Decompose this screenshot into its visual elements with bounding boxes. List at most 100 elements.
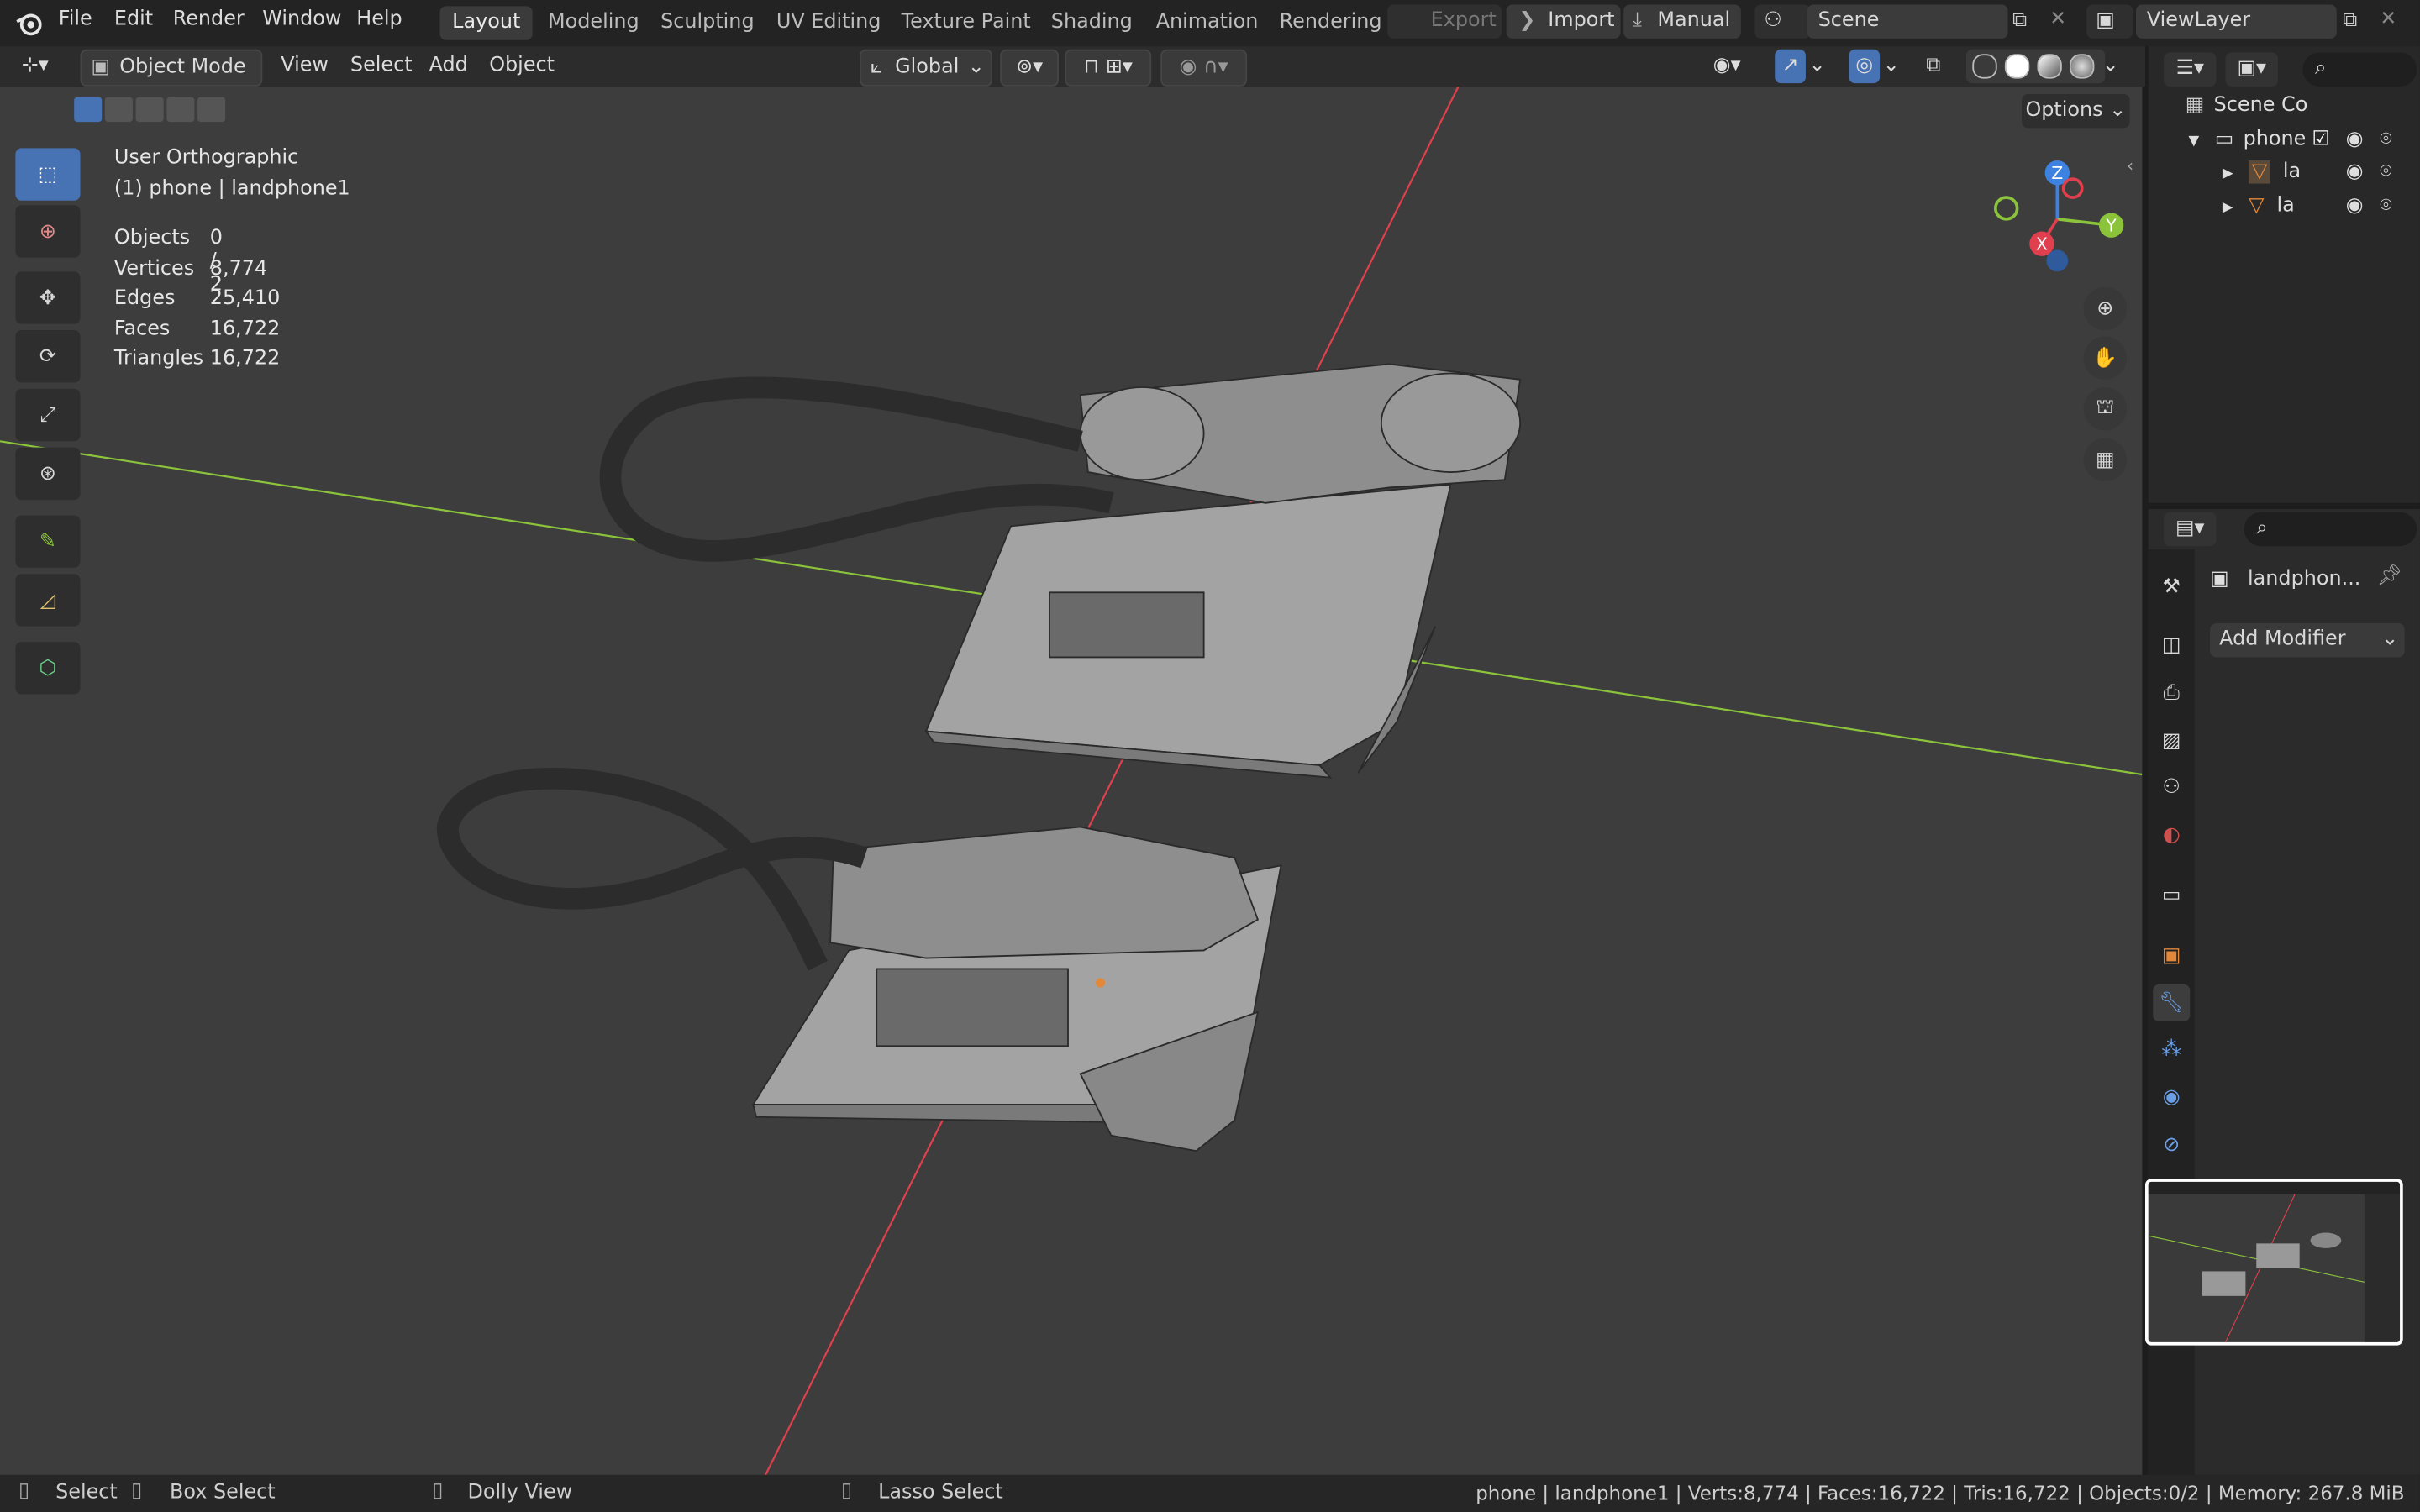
header-menu-add[interactable]: Add [429,50,468,83]
camera-render-icon[interactable]: ⌾ [2380,125,2391,156]
outliner-editor-type-button[interactable]: ☰▾ [2164,52,2217,87]
menu-edit[interactable]: Edit [114,8,153,31]
menu-file[interactable]: File [59,8,92,31]
camera-icon[interactable]: ⛫ [2083,387,2127,431]
viewlayer-name-field[interactable]: ViewLayer [2135,4,2337,39]
select-intersect-icon[interactable] [197,97,226,123]
solid-shading-icon[interactable] [2004,54,2030,79]
manual-button[interactable]: ⤓ Manual [1623,4,1741,39]
add-cube-tool[interactable]: ⬡ [15,642,81,695]
camera-render-icon[interactable]: ⌾ [2380,157,2391,188]
eye-icon[interactable]: ◉ [2346,125,2364,156]
gizmo-toggle[interactable]: ↗ [1775,49,1806,84]
particles-tab[interactable]: ⁂ [2153,1031,2190,1068]
scene-name-field[interactable]: Scene [1807,4,2008,39]
rendered-shading-icon[interactable] [2070,54,2095,79]
pin-icon[interactable]: 📌︎ [2377,564,2402,588]
scale-tool[interactable]: ⤢ [15,388,81,442]
outliner-item[interactable]: ▶ ▽ la ◉ ⌾ [2223,157,2420,188]
tab-texture-paint[interactable]: Texture Paint [889,6,1043,39]
select-new-icon[interactable] [74,97,103,123]
delete-scene-icon[interactable]: ✕ [2049,8,2066,31]
header-menu-select[interactable]: Select [350,50,413,83]
blender-logo-icon[interactable] [15,9,43,37]
screenshot-thumbnail[interactable] [2145,1179,2403,1346]
display-mode-button[interactable]: ▣▾ [2225,52,2278,87]
sidebar-toggle-icon[interactable]: ‹ [2127,156,2133,176]
shading-dropdown[interactable]: ⌄ [2102,50,2124,83]
select-extend-icon[interactable] [104,97,133,123]
navigation-gizmo[interactable]: Z Y X [1988,155,2127,278]
properties-editor-type-button[interactable]: ▤▾ [2164,512,2217,547]
viewlayer-selector[interactable]: ▣ [2086,4,2133,39]
camera-render-icon[interactable]: ⌾ [2380,192,2391,223]
gizmo-dropdown[interactable]: ⌄ [1809,50,1831,83]
zoom-icon[interactable]: ⊕ [2083,286,2127,331]
options-dropdown[interactable]: Options ⌄ [2022,94,2130,129]
constraints-tab[interactable]: ⊘ [2153,1126,2190,1163]
menu-help[interactable]: Help [356,8,402,31]
outliner-search-input[interactable]: ⌕ [2302,52,2417,87]
world-tab[interactable]: ◐ [2153,816,2190,853]
menu-window[interactable]: Window [262,8,341,31]
tab-modeling[interactable]: Modeling [535,6,651,39]
output-tab[interactable]: ⎙ [2153,675,2190,711]
tool-tab[interactable]: ⚒ [2153,568,2190,605]
expand-arrow-icon[interactable]: ▶ [2223,166,2233,181]
cursor-tool[interactable]: ⊕ [15,205,81,258]
tab-shading[interactable]: Shading [1039,6,1144,39]
render-tab[interactable]: ◫ [2153,627,2190,664]
rotate-tool[interactable]: ⟳ [15,330,81,383]
transform-tool[interactable]: ⊛ [15,447,81,501]
annotate-tool[interactable]: ✎ [15,515,81,568]
xray-toggle[interactable]: ⧉ [1926,50,1954,83]
view-layer-tab[interactable]: ▨ [2153,722,2190,759]
orientation-dropdown[interactable]: ⟀ Global ⌄ [860,49,992,87]
delete-viewlayer-icon[interactable]: ✕ [2380,8,2396,31]
outliner-scene-collection[interactable]: ▦ Scene Co [2186,91,2308,122]
tab-layout[interactable]: Layout [439,6,534,40]
eye-icon[interactable]: ◉ [2346,157,2364,188]
tab-rendering[interactable]: Rendering [1267,6,1394,39]
header-menu-view[interactable]: View [281,50,329,83]
editor-type-button[interactable]: ⊹▾ [15,50,67,83]
pan-hand-icon[interactable]: ✋ [2083,336,2127,380]
pivot-dropdown[interactable]: ⊚▾ [1000,49,1059,87]
select-invert-icon[interactable] [166,97,195,123]
mode-dropdown[interactable]: ▣ Object Mode ⌄ [80,49,263,113]
wireframe-shading-icon[interactable] [1972,54,1997,79]
tab-uv-editing[interactable]: UV Editing [764,6,893,39]
object-tab[interactable]: ▣ [2153,937,2190,974]
select-box-tool[interactable]: ⬚ [15,148,81,201]
scene-selector[interactable]: ⚇ [1754,4,1811,39]
scene-tab[interactable]: ⚇ [2153,769,2190,806]
add-modifier-dropdown[interactable]: Add Modifier ⌄ [2210,623,2405,658]
outliner-item[interactable]: ▶ ▽ la ◉ ⌾ [2223,192,2420,223]
proportional-edit-toggle[interactable]: ◉ ∩▾ [1160,49,1248,87]
menu-render[interactable]: Render [173,8,245,31]
tab-animation[interactable]: Animation [1144,6,1270,39]
expand-arrow-icon[interactable]: ▼ [2188,134,2199,150]
material-shading-icon[interactable] [2037,54,2062,79]
measure-tool[interactable]: ◿ [15,574,81,627]
checkbox-icon[interactable]: ☑ [2312,125,2329,156]
overlay-dropdown[interactable]: ⌄ [1883,50,1905,83]
header-menu-object[interactable]: Object [489,50,555,83]
new-scene-icon[interactable]: ⧉ [2012,9,2027,33]
move-tool[interactable]: ✥ [15,271,81,324]
physics-tab[interactable]: ◉ [2153,1079,2190,1116]
snap-toggle[interactable]: ⊓ ⊞▾ [1065,49,1152,87]
modifier-tab[interactable]: 🔧︎ [2153,984,2191,1021]
tab-sculpting[interactable]: Sculpting [648,6,766,39]
import-button[interactable]: ❯ Import [1506,4,1621,39]
export-button[interactable]: Export [1387,4,1502,39]
outliner-collection-phone[interactable]: ▼ ▭ phone ☑ ◉ ⌾ [2188,125,2420,156]
properties-search-input[interactable]: ⌕ [2244,512,2417,547]
grid-icon[interactable]: ▦ [2083,438,2127,482]
collection-tab[interactable]: ▭ [2153,876,2190,913]
overlay-toggle[interactable]: ◎ [1849,49,1881,84]
visibility-dropdown[interactable]: ◉▾ [1713,50,1765,83]
new-viewlayer-icon[interactable]: ⧉ [2343,9,2357,33]
3d-viewport[interactable]: ⬚ ⊕ ✥ ⟳ ⤢ ⊛ ✎ ◿ ⬡ User Orthographic (1) … [0,86,2143,1475]
expand-arrow-icon[interactable]: ▶ [2223,201,2233,216]
